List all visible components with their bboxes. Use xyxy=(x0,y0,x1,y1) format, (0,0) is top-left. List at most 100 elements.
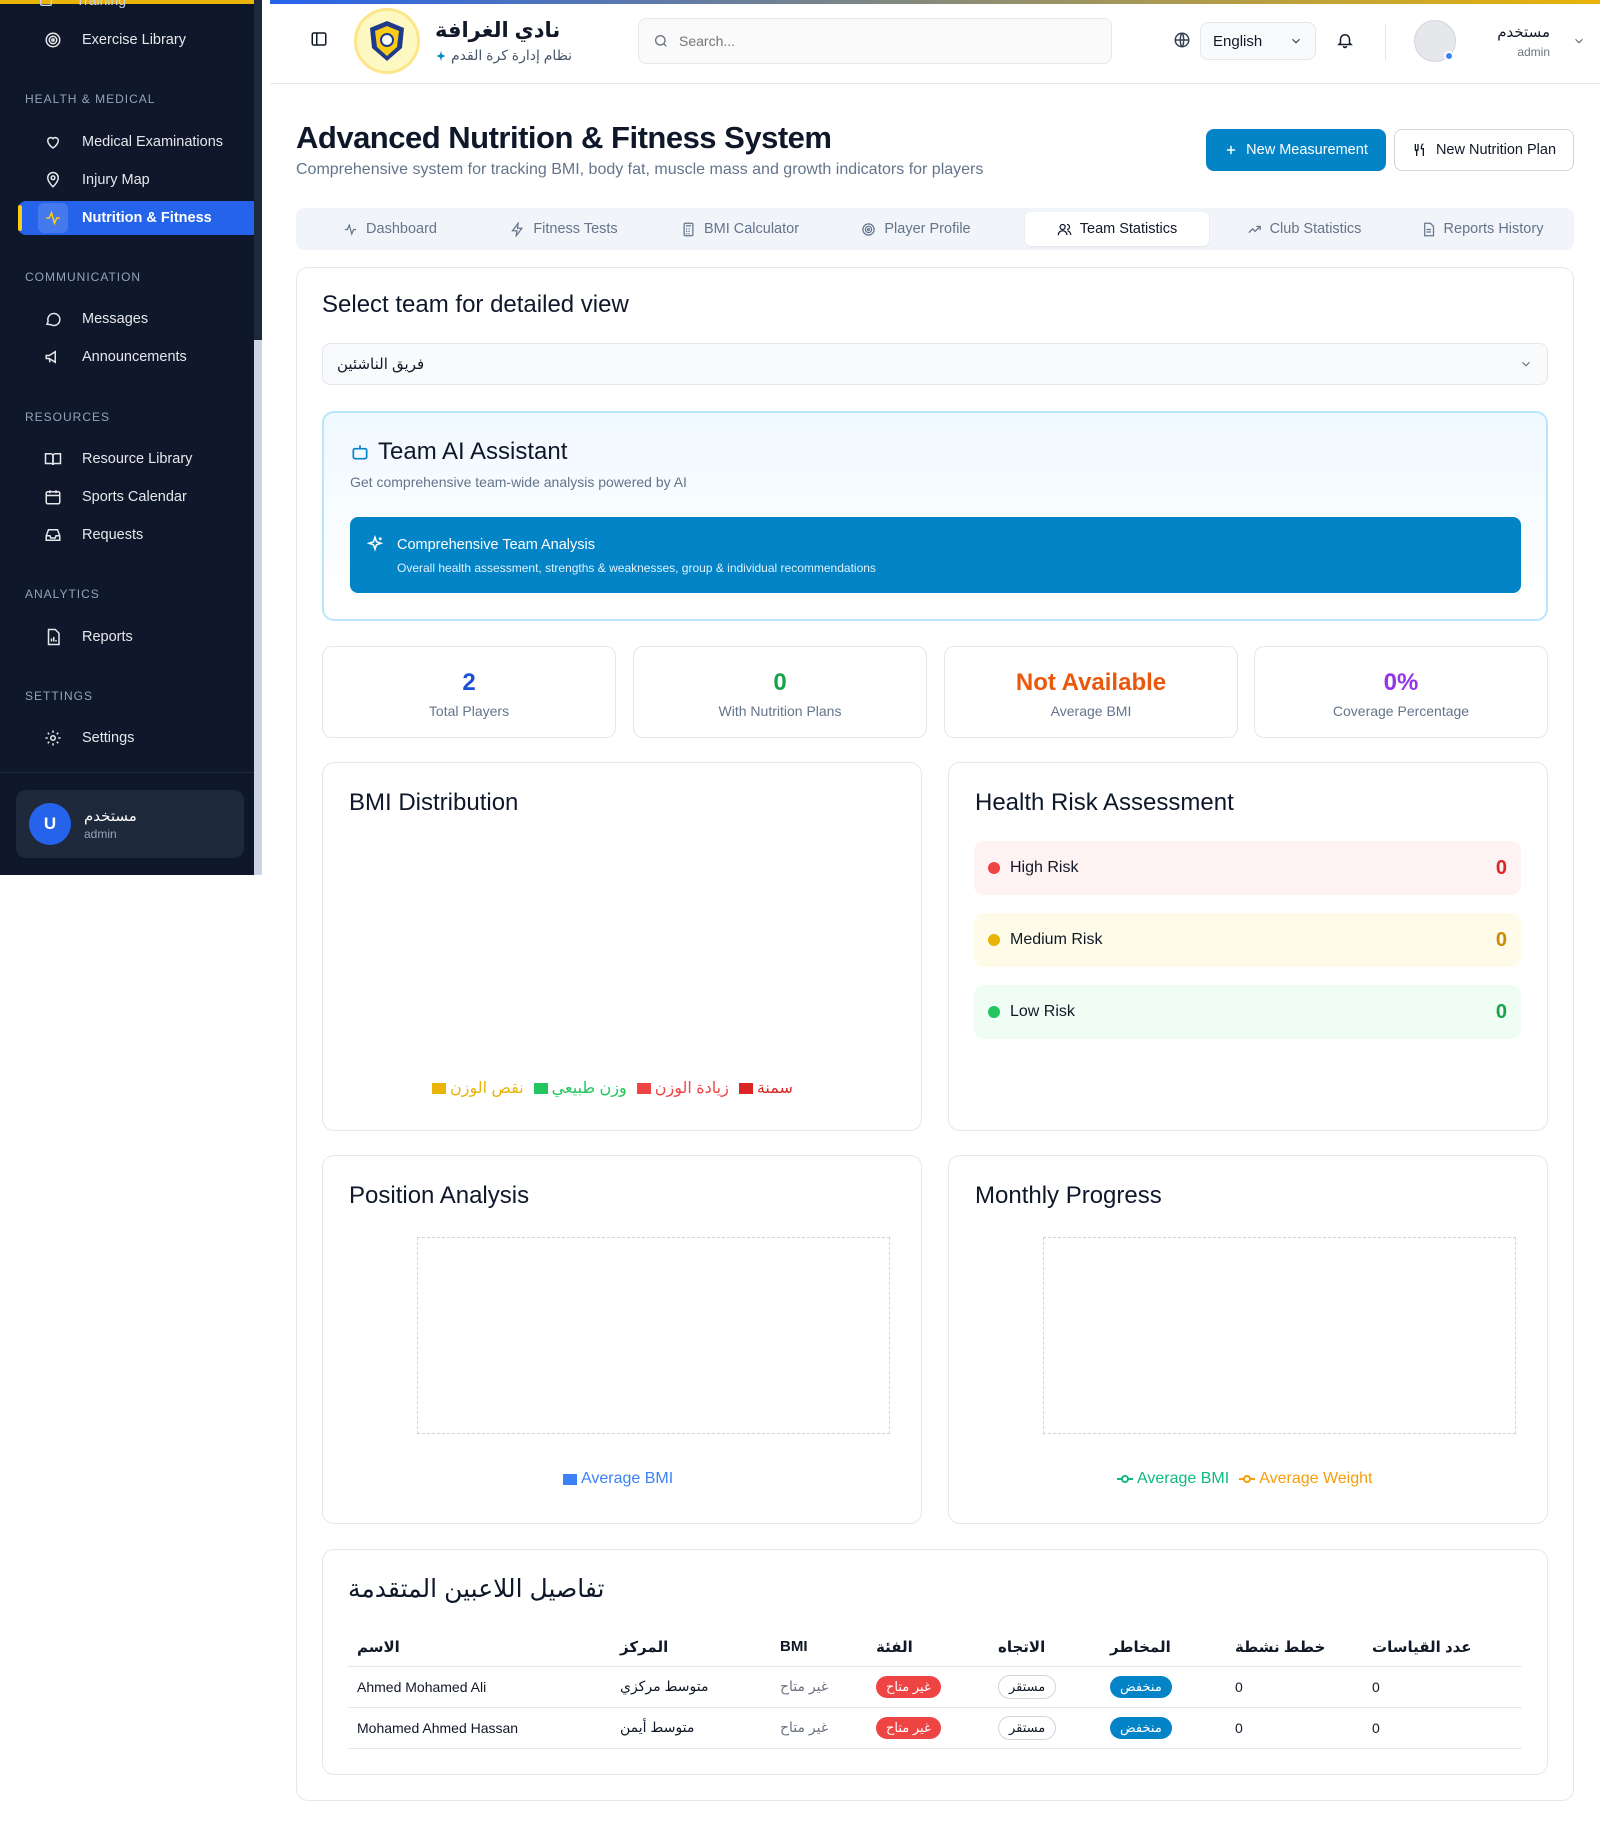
search-box[interactable] xyxy=(638,18,1112,64)
table-row[interactable]: Mohamed Ahmed Hassan متوسط أيمن غير متاح… xyxy=(348,1707,1522,1749)
language-select[interactable]: English xyxy=(1200,22,1316,60)
sidebar-item-exercise-library[interactable]: Exercise Library xyxy=(18,23,260,57)
search-icon xyxy=(653,33,669,49)
stat-label: With Nutrition Plans xyxy=(718,703,842,719)
search-input[interactable] xyxy=(679,33,1079,49)
tab-bmi-calculator[interactable]: BMI Calculator xyxy=(652,212,828,246)
legend-item[interactable]: زيادة الوزن xyxy=(636,1078,729,1098)
sidebar-item-messages[interactable]: Messages xyxy=(18,302,260,336)
status-badge: منخفض xyxy=(1110,1675,1172,1698)
new-nutrition-plan-button[interactable]: New Nutrition Plan xyxy=(1394,129,1574,171)
legend-label: وزن طبيعي xyxy=(551,1080,627,1097)
tab-club-statistics[interactable]: Club Statistics xyxy=(1216,212,1392,246)
sidebar-item-requests[interactable]: Requests xyxy=(18,518,260,552)
card-title: BMI Distribution xyxy=(349,789,519,816)
risk-value: 0 xyxy=(1495,1000,1507,1023)
sidebar-item-sports-calendar[interactable]: Sports Calendar xyxy=(18,480,260,514)
sidebar-item-resource-library[interactable]: Resource Library xyxy=(18,442,260,476)
sidebar-toggle-icon[interactable] xyxy=(310,30,330,50)
tab-label: Team Statistics xyxy=(1079,221,1178,237)
card-title: Monthly Progress xyxy=(975,1182,1162,1209)
map-pin-icon xyxy=(38,165,68,195)
sidebar-item-injury-map[interactable]: Injury Map xyxy=(18,163,260,197)
tab-dashboard[interactable]: Dashboard xyxy=(304,212,476,246)
legend-item[interactable]: وزن طبيعي xyxy=(533,1078,627,1098)
sidebar-item-reports[interactable]: Reports xyxy=(18,620,260,654)
card-title: Position Analysis xyxy=(349,1182,530,1209)
button-label: New Measurement xyxy=(1246,142,1368,158)
sparkle-icon xyxy=(435,50,447,62)
stat-average-bmi: Not Available Average BMI xyxy=(944,646,1238,738)
player-category-cell: غير متاح xyxy=(867,1707,989,1749)
user-menu[interactable]: مستخدم admin xyxy=(1414,20,1594,64)
column-header[interactable]: الفئة xyxy=(867,1628,989,1667)
bell-icon[interactable] xyxy=(1336,31,1354,49)
sidebar-divider xyxy=(0,772,262,773)
column-header[interactable]: عدد القياسات xyxy=(1363,1628,1522,1667)
risk-label: High Risk xyxy=(1010,859,1079,876)
sidebar-item-nutrition-fitness[interactable]: Nutrition & Fitness xyxy=(18,201,260,235)
tab-player-profile[interactable]: Player Profile xyxy=(828,212,1004,246)
club-subtitle: نظام إدارة كرة القدم xyxy=(435,47,572,64)
tab-fitness-tests[interactable]: Fitness Tests xyxy=(476,212,652,246)
legend-label: Average BMI xyxy=(581,1470,674,1487)
sidebar-item-label: Resource Library xyxy=(82,451,193,467)
table-row[interactable]: Ahmed Mohamed Ali متوسط مركزي غير متاح غ… xyxy=(348,1666,1522,1708)
risk-dot xyxy=(988,934,1000,946)
risk-dot xyxy=(988,862,1000,874)
message-icon xyxy=(38,304,68,334)
activity-icon xyxy=(343,222,358,237)
sidebar-item-announcements[interactable]: Announcements xyxy=(18,340,260,374)
legend-item[interactable]: سمنة xyxy=(738,1078,793,1098)
target-icon xyxy=(38,25,68,55)
legend-swatch xyxy=(738,1082,753,1094)
user-role: admin xyxy=(1517,45,1550,59)
tab-team-statistics[interactable]: Team Statistics xyxy=(1025,212,1209,246)
tab-label: Reports History xyxy=(1443,221,1544,237)
sidebar-item-settings[interactable]: Settings xyxy=(18,721,260,755)
club-name: نادي الغرافة xyxy=(435,19,561,42)
sidebar-scrollbar[interactable] xyxy=(254,0,262,875)
status-badge: مستقر xyxy=(998,1715,1057,1740)
table-header-row: الاسم المركز BMI الفئة الاتجاه المخاطر خ… xyxy=(348,1628,1522,1667)
stat-total-players: 2 Total Players xyxy=(322,646,616,738)
sidebar-item-label: Injury Map xyxy=(82,172,150,188)
column-header[interactable]: الاسم xyxy=(348,1628,611,1667)
sidebar-item-medical-examinations[interactable]: Medical Examinations xyxy=(18,125,260,159)
column-header[interactable]: المركز xyxy=(611,1628,771,1667)
legend-item[interactable]: Average BMI xyxy=(1117,1470,1229,1488)
stat-label: Coverage Percentage xyxy=(1332,703,1470,719)
comprehensive-analysis-button[interactable]: Comprehensive Team Analysis Overall heal… xyxy=(350,517,1521,593)
player-trend-cell: مستقر xyxy=(989,1666,1101,1708)
legend-item[interactable]: Average Weight xyxy=(1239,1470,1372,1488)
sidebar-user-card[interactable]: U مستخدم admin xyxy=(16,790,244,858)
column-header[interactable]: خطط نشطة xyxy=(1226,1628,1363,1667)
page-title: Advanced Nutrition & Fitness System xyxy=(296,120,832,155)
sidebar-item-label: Exercise Library xyxy=(82,32,186,48)
target-icon xyxy=(861,222,876,237)
stat-value: 0% xyxy=(1383,669,1419,696)
sidebar-item-training[interactable]: Training xyxy=(38,0,126,10)
scrollbar-thumb[interactable] xyxy=(254,340,262,875)
new-measurement-button[interactable]: New Measurement xyxy=(1206,129,1386,171)
sidebar-item-label: Messages xyxy=(82,311,149,327)
column-header[interactable]: BMI xyxy=(771,1628,867,1667)
tab-label: Club Statistics xyxy=(1269,221,1362,237)
card-title: Health Risk Assessment xyxy=(975,789,1234,816)
sidebar: Training Exercise Library HEALTH & MEDIC… xyxy=(0,0,262,875)
column-header[interactable]: الاتجاه xyxy=(989,1628,1101,1667)
column-header[interactable]: المخاطر xyxy=(1101,1628,1226,1667)
sidebar-section-health: HEALTH & MEDICAL xyxy=(25,92,156,106)
plus-icon xyxy=(1224,143,1238,157)
player-active-plans: 0 xyxy=(1226,1666,1363,1708)
risk-dot xyxy=(988,1006,1000,1018)
tab-reports-history[interactable]: Reports History xyxy=(1396,212,1568,246)
monthly-progress-card: Monthly Progress Average BMI Average Wei… xyxy=(948,1155,1548,1524)
legend-item[interactable]: نقص الوزن xyxy=(432,1078,524,1098)
legend-item[interactable]: Average BMI xyxy=(563,1470,673,1488)
megaphone-icon xyxy=(38,342,68,372)
legend-label: Average Weight xyxy=(1259,1470,1373,1487)
team-select[interactable]: فريق الناشئين xyxy=(322,343,1548,385)
stat-value: 0 xyxy=(773,669,787,696)
language-value: English xyxy=(1213,32,1263,50)
